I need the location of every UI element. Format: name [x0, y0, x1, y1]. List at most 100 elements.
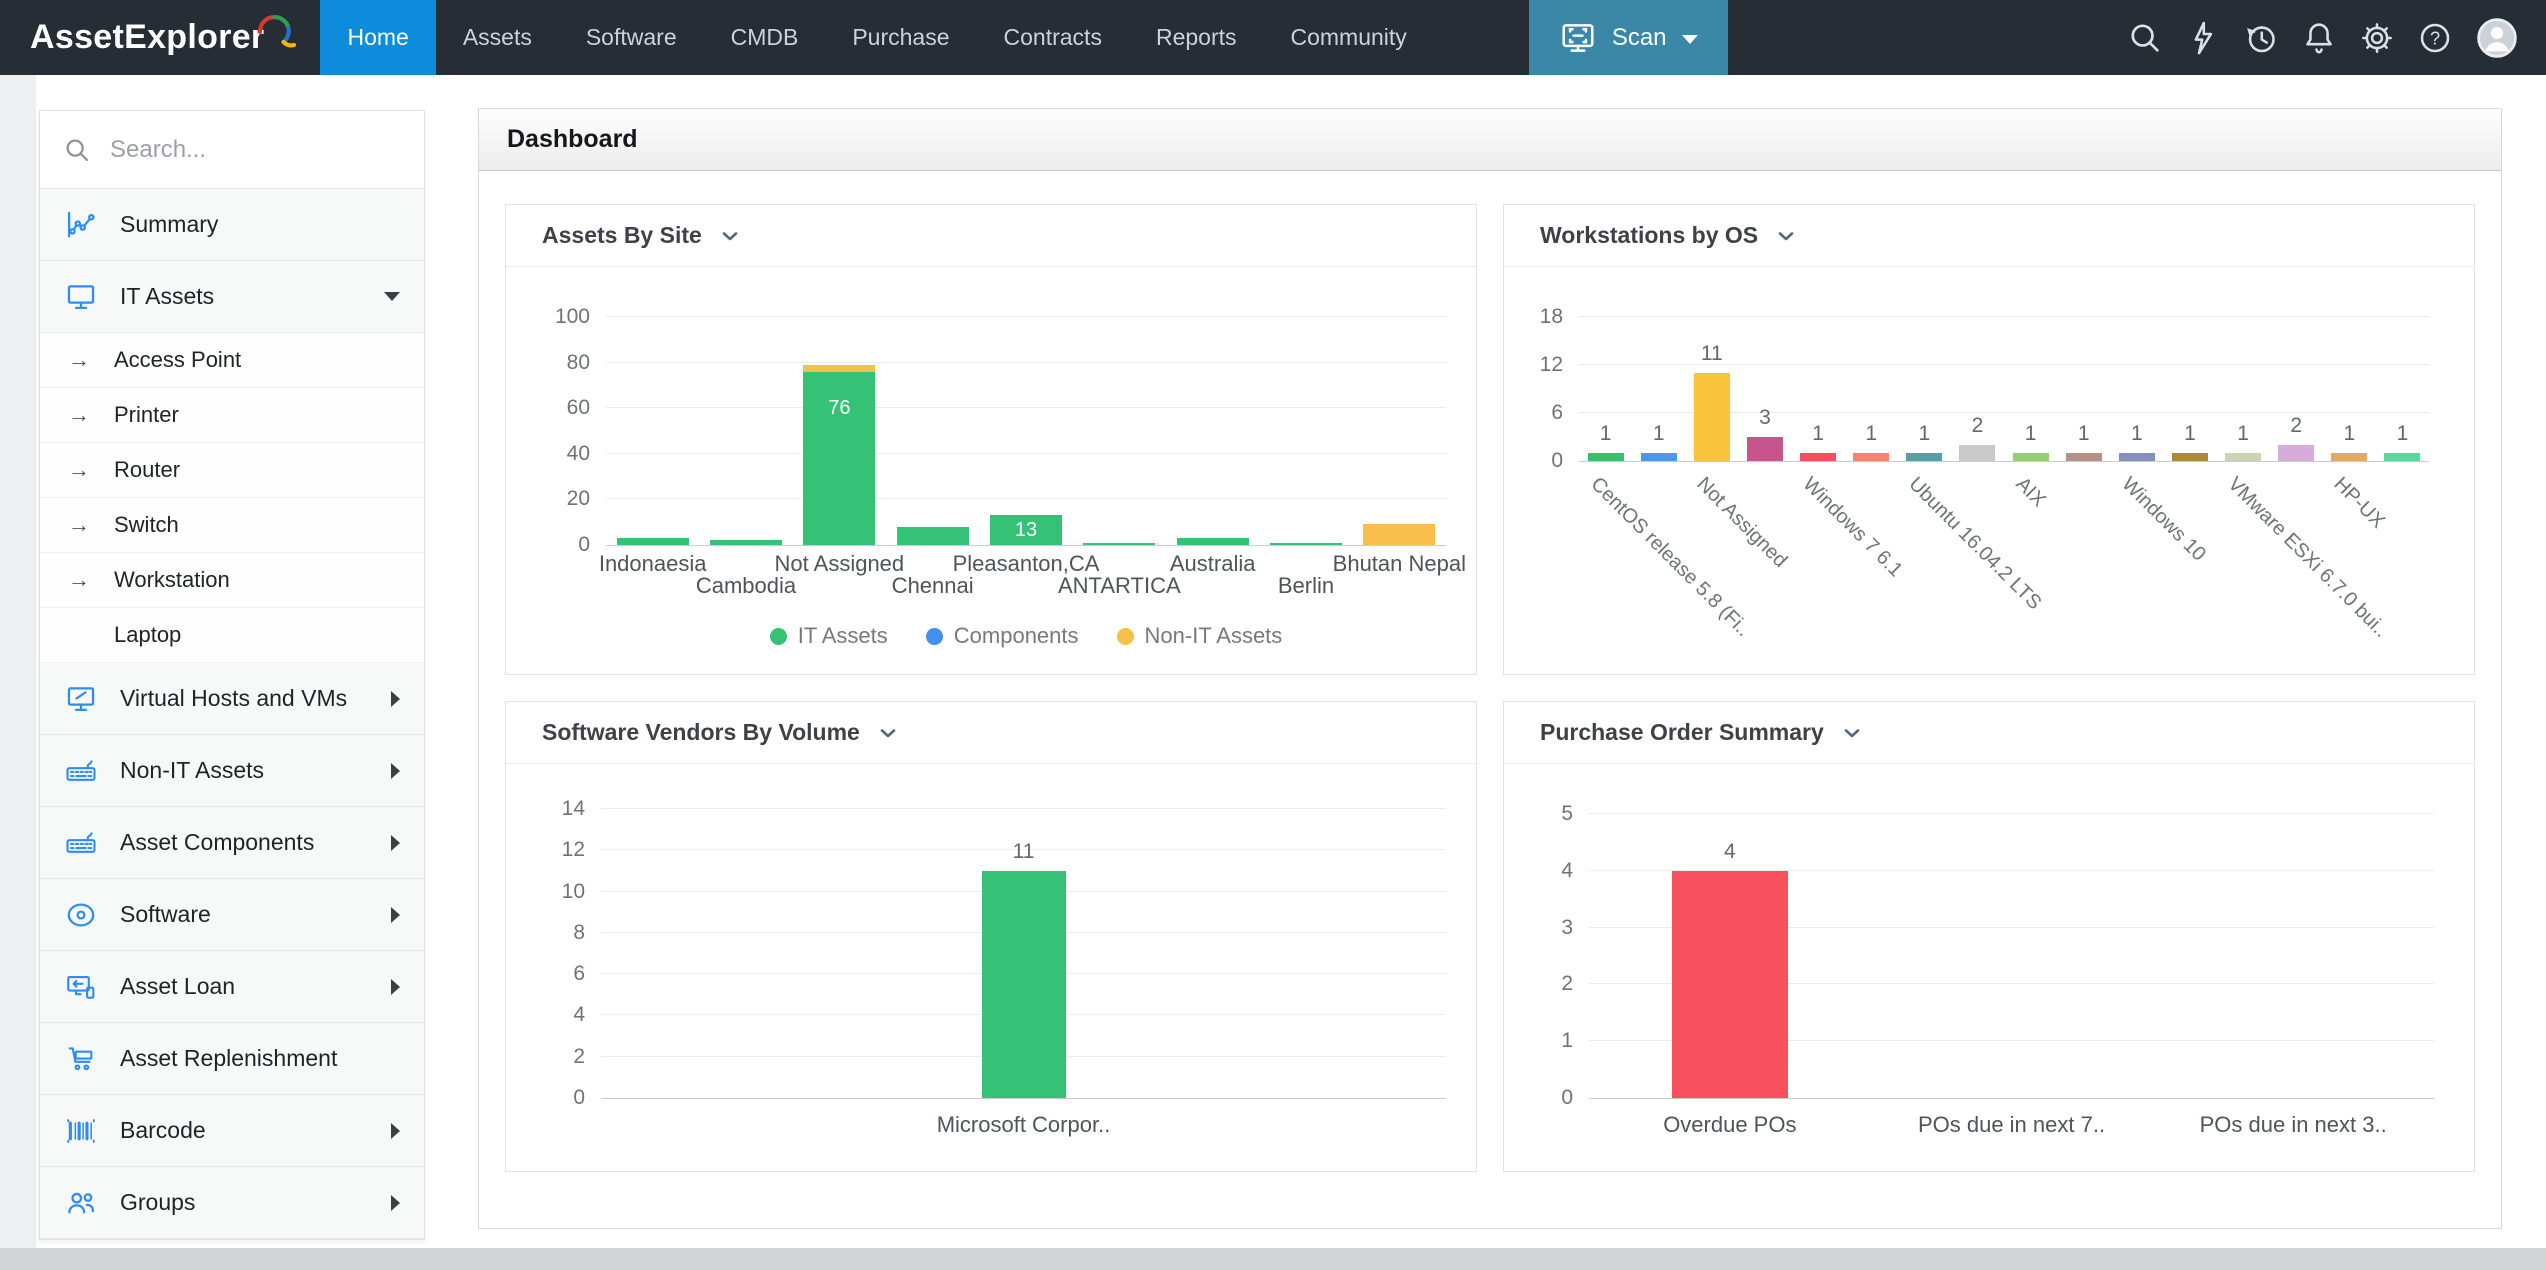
sidebar-subitem-printer[interactable]: →Printer	[40, 388, 424, 443]
x-axis-label: Indonaesia	[599, 551, 707, 577]
summary-chart-icon	[64, 208, 98, 242]
nav-item-home[interactable]: Home	[320, 0, 435, 75]
nav-item-contracts[interactable]: Contracts	[977, 0, 1129, 75]
bar-value-label: 1	[2184, 422, 2196, 446]
nav-item-community[interactable]: Community	[1264, 0, 1434, 75]
bar-value-label: 1	[2025, 422, 2037, 446]
chart-dropdown-purchase-order-summary[interactable]: Purchase Order Summary	[1504, 702, 2474, 764]
sidebar-item-it-assets[interactable]: IT Assets	[40, 261, 424, 333]
sidebar-search	[40, 111, 424, 189]
sidebar-item-barcode[interactable]: Barcode	[40, 1095, 424, 1167]
sidebar-item-label: Barcode	[120, 1117, 369, 1144]
top-navigation-bar: AssetExplorer HomeAssetsSoftwareCMDBPurc…	[0, 0, 2546, 75]
legend-item-components[interactable]: Components	[926, 623, 1079, 649]
bar-chennai[interactable]	[897, 527, 969, 545]
sidebar-subitem-router[interactable]: →Router	[40, 443, 424, 498]
sidebar-subitem-label: Laptop	[114, 622, 181, 648]
sidebar-item-asset-loan[interactable]: Asset Loan	[40, 951, 424, 1023]
nav-item-software[interactable]: Software	[559, 0, 704, 75]
in-bar-value-label: 76	[828, 397, 850, 420]
bar-vmware-esxi-6-7-0-bui[interactable]	[2225, 453, 2261, 461]
search-icon[interactable]	[2126, 19, 2164, 57]
bar-australia[interactable]	[1177, 538, 1249, 545]
monitor-icon	[64, 280, 98, 314]
bar-windows-10[interactable]	[2119, 453, 2155, 461]
nav-item-reports[interactable]: Reports	[1129, 0, 1264, 75]
sidebar-item-summary[interactable]: Summary	[40, 189, 424, 261]
scan-button[interactable]: Scan	[1529, 0, 1728, 75]
bar-hp-ux[interactable]	[2331, 453, 2367, 461]
bar-berlin[interactable]	[1270, 543, 1342, 545]
sidebar-subitem-laptop[interactable]: Laptop	[40, 608, 424, 663]
bar-col-10[interactable]	[2066, 453, 2102, 461]
bar-centos-release-5-8-fi[interactable]	[1588, 453, 1624, 461]
bar-aix[interactable]	[2013, 453, 2049, 461]
groups-icon	[64, 1186, 98, 1220]
sidebar-item-asset-components[interactable]: Asset Components	[40, 807, 424, 879]
sidebar-item-label: Non-IT Assets	[120, 757, 369, 784]
y-axis-tick: 40	[520, 442, 590, 466]
help-icon[interactable]: ?	[2416, 19, 2454, 57]
legend-item-non-it-assets[interactable]: Non-IT Assets	[1117, 623, 1283, 649]
search-input[interactable]	[110, 136, 402, 164]
bar-ubuntu-16-04-2-lts[interactable]	[1906, 453, 1942, 461]
settings-icon[interactable]	[2358, 19, 2396, 57]
chart-title: Workstations by OS	[1540, 222, 1758, 249]
sidebar-subitem-workstation[interactable]: →Workstation	[40, 553, 424, 608]
bar-not-assigned[interactable]	[1694, 373, 1730, 461]
chart-card-software-vendors: Software Vendors By Volume 0246810121411…	[505, 701, 1477, 1172]
sidebar-item-software[interactable]: Software	[40, 879, 424, 951]
app-logo[interactable]: AssetExplorer	[0, 0, 320, 75]
bar-col-6[interactable]	[1853, 453, 1889, 461]
bar-value-label: 1	[1600, 422, 1612, 446]
sidebar-item-virtual-hosts-and-vms[interactable]: Virtual Hosts and VMs	[40, 663, 424, 735]
bar-antartica[interactable]	[1083, 543, 1155, 545]
nav-item-purchase[interactable]: Purchase	[825, 0, 976, 75]
bar-windows-7-6-1[interactable]	[1800, 453, 1836, 461]
y-axis-tick: 3	[1503, 916, 1573, 940]
arrow-right-icon: →	[68, 457, 98, 483]
y-axis-tick: 18	[1503, 305, 1563, 329]
bar-col-12[interactable]	[2172, 453, 2208, 461]
bar-col-14[interactable]	[2278, 445, 2314, 461]
bar-indonaesia[interactable]	[617, 538, 689, 545]
bar-col-16[interactable]	[2384, 453, 2420, 461]
sidebar-item-non-it-assets[interactable]: Non-IT Assets	[40, 735, 424, 807]
nav-item-assets[interactable]: Assets	[436, 0, 559, 75]
bar-overdue-pos[interactable]	[1672, 871, 1788, 1098]
bar-microsoft-corpor[interactable]	[982, 871, 1066, 1098]
bar-value-label: 1	[1812, 422, 1824, 446]
x-axis-label: Windows 7 6.1	[1798, 473, 1907, 582]
dashboard-panel: Dashboard Assets By Site 020406080100761…	[478, 108, 2502, 1229]
y-axis-tick: 5	[1503, 802, 1573, 826]
bar-bhutan-nepal[interactable]	[1363, 524, 1435, 545]
sidebar-item-groups[interactable]: Groups	[40, 1167, 424, 1239]
bar-not-assigned[interactable]	[803, 365, 875, 372]
caret-right-icon	[391, 907, 400, 923]
bar-col-2[interactable]	[1641, 453, 1677, 461]
y-axis-tick: 2	[1503, 972, 1573, 996]
gridline	[606, 453, 1446, 454]
sidebar-subitem-access-point[interactable]: →Access Point	[40, 333, 424, 388]
history-icon[interactable]	[2242, 19, 2280, 57]
chart-dropdown-software-vendors[interactable]: Software Vendors By Volume	[506, 702, 1476, 764]
y-axis-tick: 80	[520, 351, 590, 375]
purchase-order-summary-plot: 0123454Overdue POsPOs due in next 7..POs…	[1589, 814, 2434, 1099]
workstations-by-os-plot: 06121811113111211111211CentOS release 5.…	[1579, 317, 2429, 462]
chart-dropdown-assets-by-site[interactable]: Assets By Site	[506, 205, 1476, 267]
legend-item-it-assets[interactable]: IT Assets	[770, 623, 888, 649]
bar-value-label: 1	[2397, 422, 2409, 446]
chart-dropdown-workstations-by-os[interactable]: Workstations by OS	[1504, 205, 2474, 267]
sidebar-item-asset-replenishment[interactable]: Asset Replenishment	[40, 1023, 424, 1095]
avatar[interactable]	[2474, 15, 2520, 61]
chevron-down-icon	[718, 224, 742, 248]
bar-col-4[interactable]	[1747, 437, 1783, 461]
topbar-icon-group: ?	[2126, 0, 2546, 75]
bar-cambodia[interactable]	[710, 540, 782, 545]
flash-icon[interactable]	[2184, 19, 2222, 57]
notifications-icon[interactable]	[2300, 19, 2338, 57]
sidebar-subitem-switch[interactable]: →Switch	[40, 498, 424, 553]
bar-col-8[interactable]	[1959, 445, 1995, 461]
nav-item-cmdb[interactable]: CMDB	[704, 0, 826, 75]
y-axis-tick: 1	[1503, 1029, 1573, 1053]
